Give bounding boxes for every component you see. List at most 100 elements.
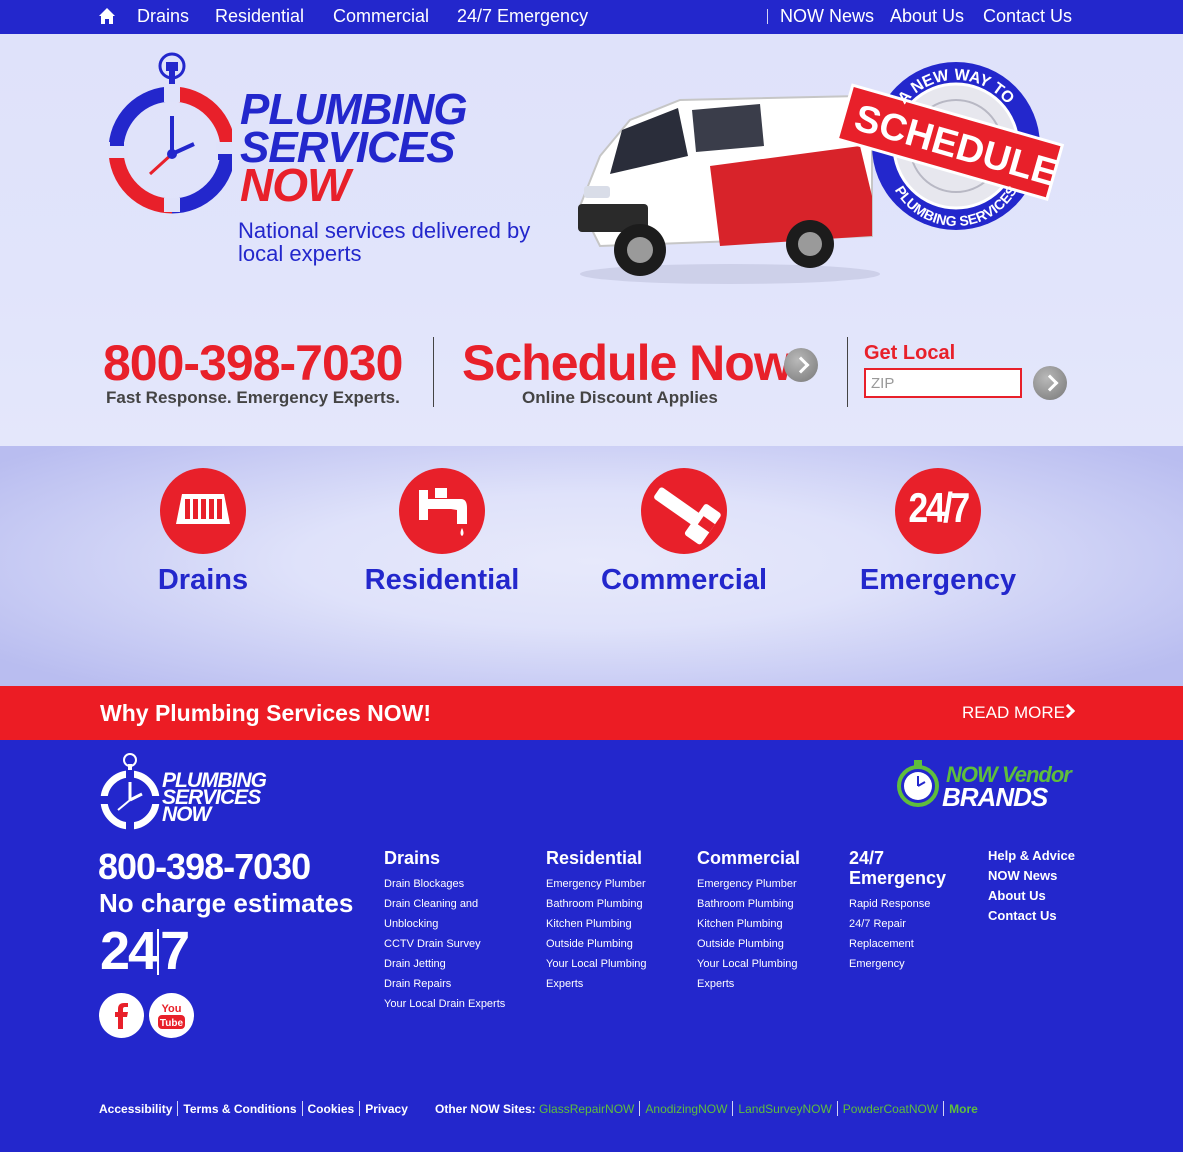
footer-col-title[interactable]: 24/7 (849, 848, 946, 868)
hours-divider (157, 929, 160, 975)
youtube-icon[interactable]: You Tube (149, 993, 194, 1038)
footer-link[interactable]: Your Local Plumbing (697, 954, 800, 974)
footer-link[interactable]: Emergency Plumber (546, 874, 647, 894)
nav-about-us[interactable]: About Us (890, 6, 964, 27)
footer-help-link[interactable]: NOW News (988, 866, 1075, 886)
other-sites-label: Other NOW Sites: (435, 1102, 536, 1116)
footer-estimates: No charge estimates (99, 888, 354, 918)
divider (639, 1101, 641, 1116)
footer-col-drains: Drains Drain Blockages Drain Cleaning an… (384, 848, 505, 1014)
nav-emergency[interactable]: 24/7 Emergency (457, 6, 588, 27)
zip-input[interactable] (864, 368, 1022, 398)
other-site-link[interactable]: AnodizingNOW (645, 1102, 727, 1116)
footer-link[interactable]: Your Local Plumbing (546, 954, 647, 974)
hours-7: 7 (160, 921, 190, 981)
divider (301, 1101, 303, 1116)
footer-link[interactable]: Emergency Plumber (697, 874, 800, 894)
why-title: Why Plumbing Services NOW! (100, 700, 431, 726)
24-7-icon-text: 24/7 (908, 484, 970, 531)
service-label: Commercial (600, 564, 767, 596)
drain-grate-icon (160, 468, 246, 554)
footer-col-residential: Residential Emergency Plumber Bathroom P… (546, 848, 647, 994)
divider (359, 1101, 361, 1116)
footer-phone-number[interactable]: 800-398-7030 (98, 846, 311, 888)
faucet-icon (399, 468, 485, 554)
footer-col-title[interactable]: Commercial (697, 848, 800, 868)
footer-link[interactable]: Experts (546, 974, 647, 994)
schedule-subtitle: Online Discount Applies (522, 388, 718, 407)
footer-brand-line-3: NOW (162, 803, 211, 826)
cookies-link[interactable]: Cookies (308, 1102, 355, 1116)
footer-24-7: 247 (100, 920, 190, 982)
facebook-icon[interactable] (99, 993, 144, 1038)
vendor-line-2: BRANDS (942, 782, 1048, 812)
other-site-link[interactable]: LandSurveyNOW (738, 1102, 831, 1116)
stopwatch-logo-icon[interactable] (108, 50, 232, 216)
service-drains[interactable]: Drains (103, 468, 303, 597)
divider (732, 1101, 734, 1116)
home-icon[interactable] (98, 7, 116, 25)
footer-help-link[interactable]: Contact Us (988, 906, 1075, 926)
legal-links: Accessibility Terms & Conditions Cookies Pr… (99, 1101, 408, 1116)
privacy-link[interactable]: Privacy (365, 1102, 408, 1116)
divider (943, 1101, 945, 1116)
footer-link[interactable]: Bathroom Plumbing (546, 894, 647, 914)
schedule-stamp-badge[interactable]: SCHEDULE A NEW WAY TO PLUMBING SERVICES (838, 56, 1066, 238)
more-sites-link[interactable]: More (949, 1102, 978, 1116)
service-van-image (578, 94, 880, 284)
phone-number[interactable]: 800-398-7030 (103, 334, 403, 392)
footer-col-commercial: Commercial Emergency Plumber Bathroom Pl… (697, 848, 800, 994)
read-more-link[interactable]: READ MORE (962, 703, 1076, 723)
nav-contact-us[interactable]: Contact Us (983, 6, 1072, 27)
read-more-label: READ MORE (962, 703, 1065, 722)
nav-commercial[interactable]: Commercial (333, 6, 429, 27)
footer-link[interactable]: Kitchen Plumbing (546, 914, 647, 934)
terms-link[interactable]: Terms & Conditions (183, 1102, 296, 1116)
zip-submit-button[interactable] (1033, 366, 1067, 400)
other-site-link[interactable]: PowderCoatNOW (843, 1102, 938, 1116)
footer-link[interactable]: 24/7 Repair (849, 914, 946, 934)
other-site-link[interactable]: GlassRepairNOW (539, 1102, 634, 1116)
footer-col-help: Help & Advice NOW News About Us Contact … (988, 846, 1075, 926)
footer-link[interactable]: Drain Cleaning and (384, 894, 505, 914)
footer-link[interactable]: Drain Jetting (384, 954, 505, 974)
footer-link[interactable]: Drain Blockages (384, 874, 505, 894)
service-label: Residential (364, 564, 520, 596)
footer-link[interactable]: Emergency (849, 954, 946, 974)
service-emergency[interactable]: 24/7 Emergency (838, 468, 1038, 597)
accessibility-link[interactable]: Accessibility (99, 1102, 172, 1116)
footer-link[interactable]: Outside Plumbing (697, 934, 800, 954)
nav-residential[interactable]: Residential (215, 6, 304, 27)
footer-link[interactable]: Kitchen Plumbing (697, 914, 800, 934)
footer-link[interactable]: Outside Plumbing (546, 934, 647, 954)
divider (836, 1101, 838, 1116)
hours-24: 24 (100, 921, 158, 981)
footer-help-link[interactable]: About Us (988, 886, 1075, 906)
svg-text:Tube: Tube (160, 1018, 184, 1029)
nav-drains[interactable]: Drains (137, 6, 189, 27)
cta-divider (847, 337, 848, 407)
service-label: Emergency (859, 564, 1017, 596)
footer-link[interactable]: Unblocking (384, 914, 505, 934)
nav-now-news[interactable]: NOW News (780, 6, 874, 27)
service-commercial[interactable]: Commercial (584, 468, 784, 597)
get-local-label: Get Local (864, 342, 956, 364)
service-label: Drains (157, 564, 249, 596)
footer-col-title[interactable]: Emergency (849, 868, 946, 888)
footer-link[interactable]: Replacement (849, 934, 946, 954)
footer-link[interactable]: Rapid Response (849, 894, 946, 914)
footer-link[interactable]: Bathroom Plumbing (697, 894, 800, 914)
service-residential[interactable]: Residential (342, 468, 542, 597)
footer-col-title[interactable]: Drains (384, 848, 505, 868)
nav-divider (767, 9, 768, 24)
tagline: National services delivered by local exp… (238, 218, 531, 266)
schedule-arrow-button[interactable] (784, 348, 818, 382)
schedule-now-link[interactable]: Schedule Now (462, 334, 793, 392)
footer-link[interactable]: CCTV Drain Survey (384, 934, 505, 954)
footer-link[interactable]: Your Local Drain Experts (384, 994, 505, 1014)
footer-help-link[interactable]: Help & Advice (988, 846, 1075, 866)
footer-link[interactable]: Drain Repairs (384, 974, 505, 994)
footer-col-title[interactable]: Residential (546, 848, 647, 868)
footer-link[interactable]: Experts (697, 974, 800, 994)
services-band: Drains Residential Commercial 24/7 Emerg… (0, 446, 1183, 686)
